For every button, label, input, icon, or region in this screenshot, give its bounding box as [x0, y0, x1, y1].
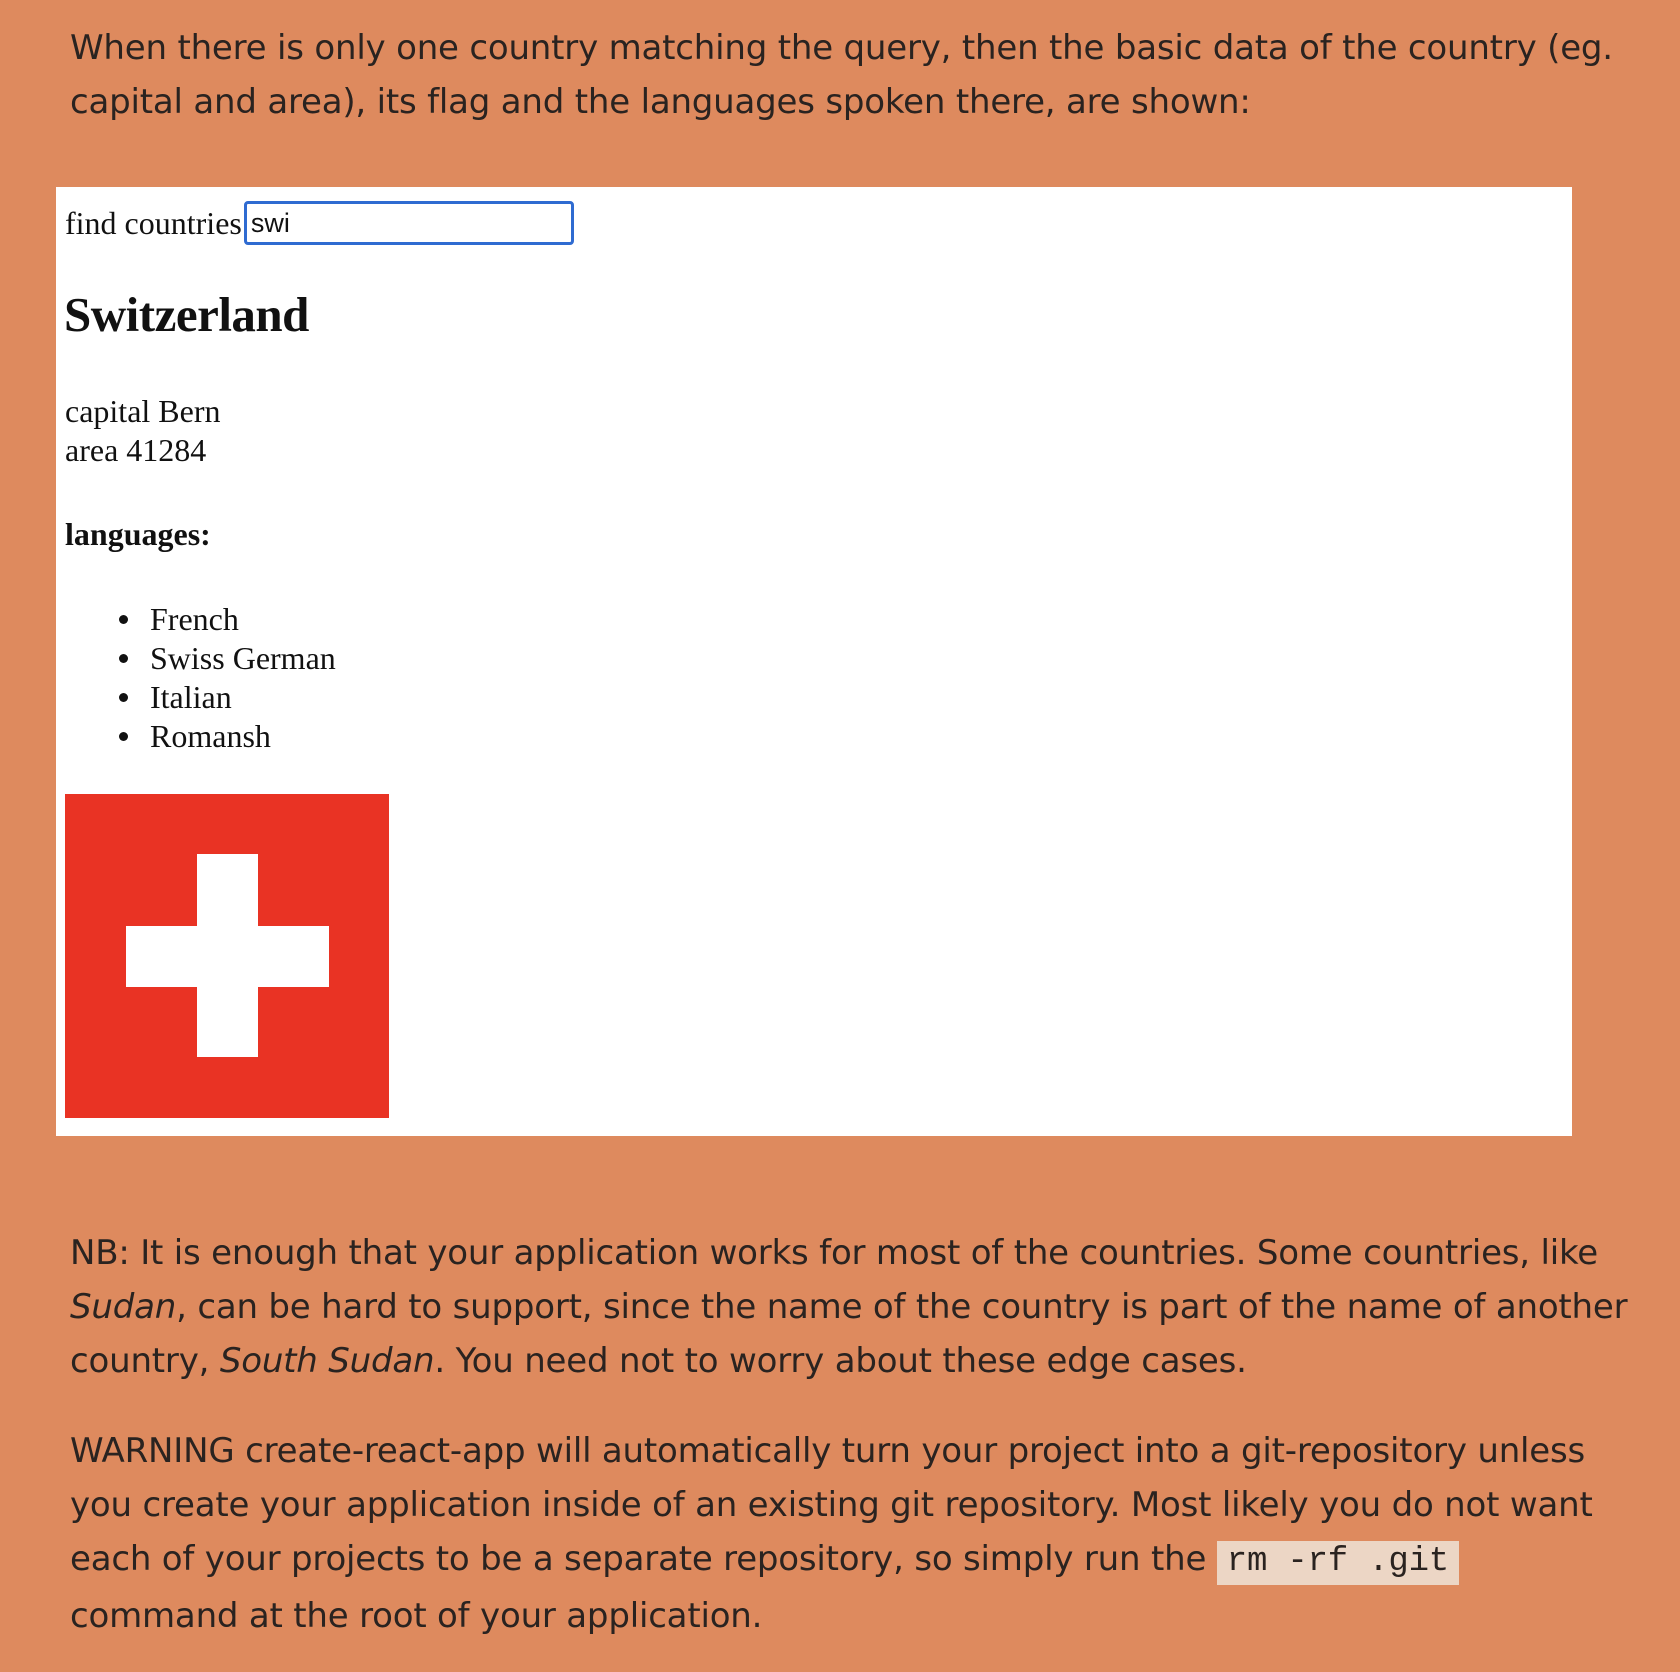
warning-text-2: command at the root of your application. [70, 1596, 763, 1636]
intro-paragraph: When there is only one country matching … [70, 28, 1613, 122]
nb-emphasis-sudan: Sudan [70, 1287, 177, 1327]
find-countries-label: find countries [65, 204, 242, 241]
languages-list: French Swiss German Italian Romansh [56, 600, 336, 756]
country-name-heading: Switzerland [64, 287, 309, 342]
nb-text-3: . You need not to worry about these edge… [434, 1341, 1247, 1381]
search-input[interactable] [243, 201, 574, 245]
capital-row: capital Bern [65, 392, 220, 431]
capital-label: capital [65, 393, 151, 429]
nb-emphasis-south-sudan: South Sudan [219, 1341, 435, 1381]
warning-paragraph: WARNING create-react-app will automatica… [70, 1424, 1630, 1643]
area-row: area 41284 [65, 431, 220, 470]
flag-cross-horizontal [126, 926, 329, 987]
language-item: Romansh [119, 717, 336, 756]
languages-heading: languages: [65, 516, 211, 552]
language-item: Italian [119, 678, 336, 717]
app-screenshot: find countries Switzerland capital Bern … [56, 187, 1572, 1136]
git-command-code: rm -rf .git [1216, 1541, 1460, 1585]
area-value: 41284 [126, 432, 207, 468]
nb-paragraph: NB: It is enough that your application w… [70, 1226, 1630, 1388]
language-item: French [119, 600, 336, 639]
country-info: capital Bern area 41284 [65, 392, 220, 470]
swiss-flag-icon [65, 794, 389, 1118]
nb-text-1: NB: It is enough that your application w… [70, 1233, 1599, 1273]
language-item: Swiss German [119, 640, 336, 676]
find-countries-row: find countries [65, 201, 574, 245]
area-label: area [65, 432, 119, 468]
capital-value: Bern [158, 393, 221, 429]
